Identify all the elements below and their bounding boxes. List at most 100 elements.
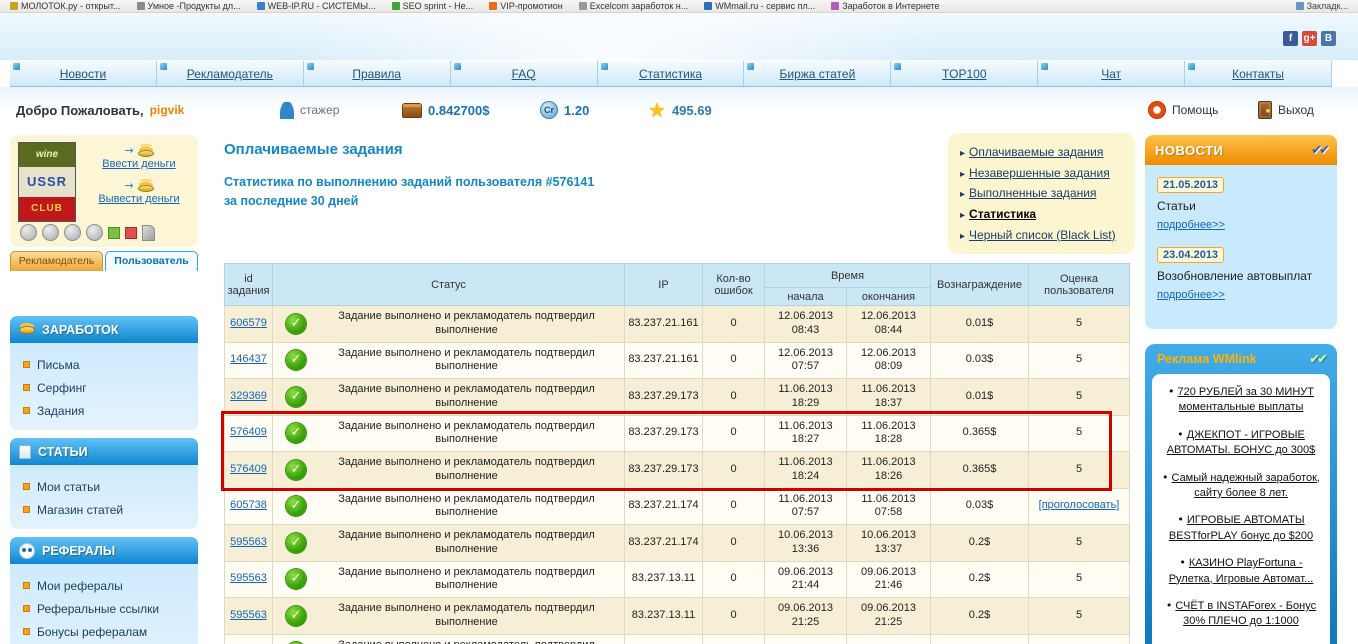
- nav-item[interactable]: TOP100: [891, 61, 1039, 86]
- bookmark-item[interactable]: WMmail.ru - сервис пл...: [704, 1, 815, 11]
- quick-menu-link[interactable]: Статистика: [969, 207, 1036, 221]
- nav-link[interactable]: TOP100: [942, 67, 986, 81]
- username-link[interactable]: pigvik: [150, 103, 185, 117]
- quick-menu-link[interactable]: Выполненные задания: [969, 186, 1096, 200]
- ad-item[interactable]: • 720 РУБЛЕЙ за 30 МИНУТ моментальные вып…: [1160, 384, 1322, 416]
- task-id-link[interactable]: 595563: [230, 536, 267, 548]
- sidebar-menu-item[interactable]: Бонусы рефералам: [10, 620, 198, 643]
- bookmark-item[interactable]: Excelcom заработок н...: [578, 1, 688, 11]
- vk-icon[interactable]: B: [1321, 31, 1336, 46]
- nav-link[interactable]: Статистика: [639, 67, 702, 81]
- ad-link[interactable]: 720 РУБЛЕЙ за 30 МИНУТ моментальные выпл…: [1178, 386, 1314, 413]
- nav-item[interactable]: Биржа статей: [744, 61, 892, 86]
- task-id-link[interactable]: 146437: [230, 353, 267, 365]
- ad-item[interactable]: • КАЗИНО PlayFortuna - Рулетка, Игровые А…: [1160, 555, 1322, 587]
- nav-item[interactable]: Чат: [1038, 61, 1186, 86]
- cell-user-rating: 5: [1028, 524, 1130, 562]
- ad-item[interactable]: • СЧЁТ в INSTAForex - Бонус 30% ПЛЕЧО до …: [1160, 598, 1322, 630]
- nav-link[interactable]: Биржа статей: [780, 67, 856, 81]
- task-id-link[interactable]: 576409: [230, 426, 267, 438]
- sidebar-menu-item[interactable]: Реферальные ссылки: [10, 597, 198, 620]
- nav-link[interactable]: Чат: [1101, 67, 1121, 81]
- sidebar-menu-item[interactable]: Письма: [10, 353, 198, 376]
- tasks-table-wrapper: id задания Статус IP Кол-во ошибок Время…: [221, 263, 1130, 644]
- nav-item[interactable]: Статистика: [598, 61, 745, 86]
- nav-item[interactable]: Правила: [304, 61, 451, 86]
- ad-link[interactable]: Самый надежный заработок, сайту более 8 …: [1172, 472, 1320, 499]
- nav-link[interactable]: FAQ: [512, 67, 536, 81]
- task-id-link[interactable]: 329369: [230, 390, 267, 402]
- sidebar-menu-item[interactable]: Мои рефералы: [10, 574, 198, 597]
- quick-menu-link[interactable]: Черный список (Black List): [969, 228, 1116, 242]
- ad-item[interactable]: • Самый надежный заработок, сайту более 8…: [1160, 470, 1322, 502]
- task-id-link[interactable]: 605738: [230, 499, 267, 511]
- sidebar-menu-item[interactable]: Магазин статей: [10, 498, 198, 521]
- bookmark-item[interactable]: VIP-промотион: [489, 1, 563, 11]
- sidebar-menu-item[interactable]: Серфинг: [10, 376, 198, 399]
- nav-item[interactable]: FAQ: [451, 61, 598, 86]
- section-header-earnings: ЗАРАБОТОК: [10, 316, 198, 343]
- col-header-user-rating: Оценка пользователя: [1028, 263, 1130, 306]
- cell-task-id: 595563: [224, 524, 273, 562]
- cell-reward: 0.2$: [930, 597, 1029, 635]
- sidebar-menu-item[interactable]: Мои статьи: [10, 475, 198, 498]
- news-more-link[interactable]: подробнее>>: [1157, 219, 1225, 231]
- facebook-icon[interactable]: f: [1283, 31, 1298, 46]
- nav-link[interactable]: Правила: [352, 67, 401, 81]
- status-text: Задание выполнено и рекламодатель подтве…: [338, 346, 595, 373]
- ad-link[interactable]: ДЖЕКПОТ - ИГРОВЫЕ АВТОМАТЫ. БОНУС до 300…: [1167, 429, 1316, 456]
- nav-item[interactable]: Контакты: [1185, 61, 1333, 86]
- user-rating-value: 5: [1075, 608, 1083, 621]
- payment-system-icon: [108, 226, 120, 239]
- quick-menu-item[interactable]: ▸ Выполненные задания: [960, 183, 1123, 204]
- quick-menu-item[interactable]: ▸ Статистика: [960, 204, 1123, 225]
- help-button[interactable]: Помощь: [1148, 100, 1218, 120]
- task-id-link[interactable]: 595563: [230, 572, 267, 584]
- nav-link[interactable]: Контакты: [1232, 67, 1284, 81]
- bookmark-item[interactable]: Заработок в Интернете: [831, 1, 940, 11]
- tab-user[interactable]: Пользователь: [105, 251, 198, 271]
- wine-club-banner[interactable]: wine USSR CLUB: [18, 142, 76, 222]
- nav-link[interactable]: Новости: [60, 67, 106, 81]
- bookmark-item[interactable]: МОЛОТОК.ру - открыт...: [10, 1, 121, 11]
- withdraw-link[interactable]: Вывести деньги: [86, 193, 192, 205]
- quick-menu-link[interactable]: Оплачиваемые задания: [969, 145, 1103, 159]
- quick-menu-item[interactable]: ▸ Незавершенные задания: [960, 163, 1123, 184]
- bookmarks-overflow[interactable]: Закладк...: [1295, 1, 1348, 11]
- task-id-link[interactable]: 595563: [230, 609, 267, 621]
- cell-reward: 0.365$: [930, 451, 1029, 489]
- nav-item[interactable]: Рекламодатель: [157, 61, 304, 86]
- ad-link[interactable]: СЧЁТ в INSTAForex - Бонус 30% ПЛЕЧО до 1…: [1175, 600, 1316, 627]
- logout-button[interactable]: Выход: [1258, 100, 1314, 120]
- nav-link[interactable]: Рекламодатель: [187, 67, 273, 81]
- quick-menu-item[interactable]: ▸ Оплачиваемые задания: [960, 142, 1123, 163]
- double-check-icon: ✔✔: [1309, 351, 1328, 367]
- quick-menu-link[interactable]: Незавершенные задания: [969, 166, 1110, 180]
- bookmark-favicon-icon: [10, 2, 18, 10]
- sidebar-menu-item[interactable]: Задания: [10, 399, 198, 422]
- google-plus-icon[interactable]: g+: [1302, 31, 1317, 46]
- cell-time-end: 10.06.2013 13:37: [846, 524, 931, 562]
- bookmark-item[interactable]: SEO sprint - Не...: [391, 1, 473, 11]
- status-text: Задание выполнено и рекламодатель подтве…: [338, 419, 595, 446]
- deposit-link[interactable]: Ввести деньги: [86, 158, 192, 170]
- bookmark-item[interactable]: WEB-IP.RU - СИСТЕМЫ...: [256, 1, 376, 11]
- task-id-link[interactable]: 606579: [230, 317, 267, 329]
- ad-item[interactable]: • ДЖЕКПОТ - ИГРОВЫЕ АВТОМАТЫ. БОНУС до 30…: [1160, 427, 1322, 459]
- quick-menu-item[interactable]: ▸ Черный список (Black List): [960, 225, 1123, 246]
- ad-link[interactable]: ИГРОВЫЕ АВТОМАТЫ BESTforPLAY бонус до $2…: [1169, 514, 1313, 541]
- vote-link[interactable]: [проголосовать]: [1039, 499, 1120, 511]
- bookmark-item[interactable]: Умное -Продукты дл...: [136, 1, 241, 11]
- news-text: Возобновление автовыплат: [1157, 269, 1313, 283]
- site-header-banner: f g+ B: [0, 13, 1358, 60]
- table-header: id задания Статус IP Кол-во ошибок Время…: [224, 263, 1130, 306]
- ad-link[interactable]: КАЗИНО PlayFortuna - Рулетка, Игровые Ав…: [1169, 557, 1314, 584]
- cell-time-end: 11.06.2013 07:58: [846, 487, 931, 525]
- task-id-link[interactable]: 576409: [230, 463, 267, 475]
- user-balance: 0.842700$: [402, 100, 489, 120]
- ad-item[interactable]: • ИГРОВЫЕ АВТОМАТЫ BESTforPLAY бонус до $…: [1160, 512, 1322, 544]
- tab-advertiser[interactable]: Рекламодатель: [10, 251, 103, 271]
- news-more-link[interactable]: подробнее>>: [1157, 289, 1225, 301]
- money-operations: → Ввести деньги → Вывести деньги: [86, 141, 192, 211]
- nav-item[interactable]: Новости: [10, 61, 157, 86]
